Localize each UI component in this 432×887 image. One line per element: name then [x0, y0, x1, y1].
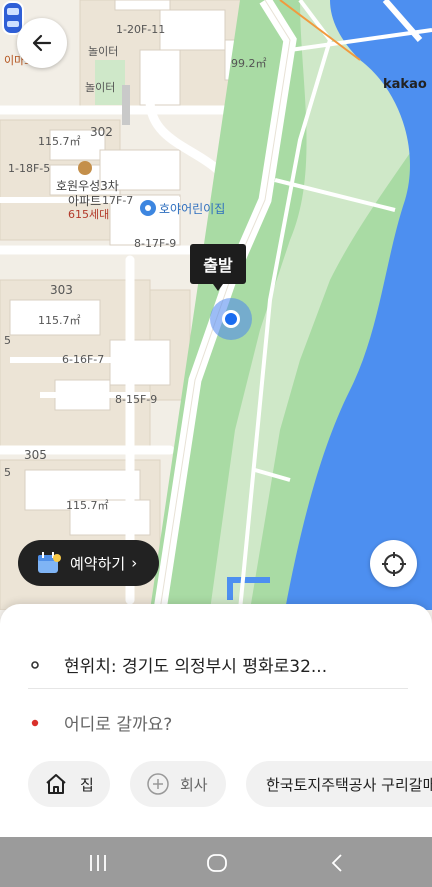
map-label: 1-20F-11 — [116, 23, 166, 36]
map-label: 615세대 — [68, 208, 110, 221]
chip-home[interactable]: 집 — [28, 761, 110, 807]
plus-icon — [147, 773, 169, 795]
screen: 회 이마트 1-20F-11 놀이터 놀이터 99.2㎡ 115.7㎡ 302 … — [0, 0, 432, 887]
map-label: 115.7㎡ — [66, 499, 109, 512]
divider — [28, 688, 408, 689]
crosshair-icon — [381, 551, 406, 576]
map-label: 놀이터 — [88, 45, 119, 58]
chip-label: 한국토지주택공사 구리갈매 — [266, 775, 432, 794]
origin-dot-icon — [31, 660, 39, 669]
destination-dot-icon — [31, 719, 39, 726]
chip-label: 회사 — [180, 775, 208, 794]
map-view[interactable]: 회 이마트 1-20F-11 놀이터 놀이터 99.2㎡ 115.7㎡ 302 … — [0, 0, 432, 610]
map-label: 아파트 — [68, 194, 102, 208]
map-label: 1-18F-5 — [8, 162, 51, 175]
destination-input[interactable]: 어디로 갈까요? — [30, 710, 172, 735]
home-nav-icon[interactable] — [206, 853, 228, 873]
current-location-dot — [222, 310, 240, 328]
start-marker-label: 출발 — [203, 256, 233, 275]
start-marker[interactable]: 출발 — [190, 244, 246, 291]
my-location-button[interactable] — [370, 540, 417, 587]
current-location-text: 현위치: 경기도 의정부시 평화로32... — [64, 657, 328, 677]
chip-recent-place[interactable]: 한국토지주택공사 구리갈매 — [246, 761, 432, 807]
map-label: 8-15F-9 — [115, 393, 158, 406]
chip-work[interactable]: 회사 — [130, 761, 226, 807]
recent-apps-icon[interactable] — [88, 854, 108, 872]
back-nav-icon[interactable] — [330, 853, 344, 873]
map-label: 5 — [4, 466, 11, 479]
map-label: 115.7㎡ — [38, 314, 81, 327]
map-label: 303 — [50, 283, 73, 297]
map-label: 17F-7 — [102, 194, 134, 207]
map-label: 5 — [4, 334, 11, 347]
map-label: 호원우성3차 — [56, 179, 119, 193]
map-label: 놀이터 — [85, 81, 116, 94]
home-icon — [46, 774, 66, 794]
reserve-button-label: 예약하기 — [70, 554, 126, 573]
map-label: 115.7㎡ — [38, 135, 81, 148]
back-button[interactable] — [17, 18, 67, 68]
kakao-logo: kakao — [383, 77, 427, 92]
chip-label: 집 — [80, 775, 94, 794]
arrow-left-icon — [32, 34, 52, 52]
origin-row[interactable]: 현위치: 경기도 의정부시 평화로32... — [30, 652, 327, 677]
reserve-button[interactable]: 예약하기 › — [18, 540, 159, 586]
calendar-icon — [38, 552, 61, 573]
map-label: 99.2㎡ — [231, 57, 267, 70]
daycare-label: 호야어린이집 — [159, 202, 226, 216]
map-label: 302 — [90, 125, 113, 139]
system-nav-bar — [0, 837, 432, 887]
chevron-right-icon: › — [131, 554, 138, 572]
map-label: 6-16F-7 — [62, 353, 105, 366]
map-label: 8-17F-9 — [134, 237, 177, 250]
destination-placeholder: 어디로 갈까요? — [64, 715, 173, 735]
map-label: 305 — [24, 448, 47, 462]
